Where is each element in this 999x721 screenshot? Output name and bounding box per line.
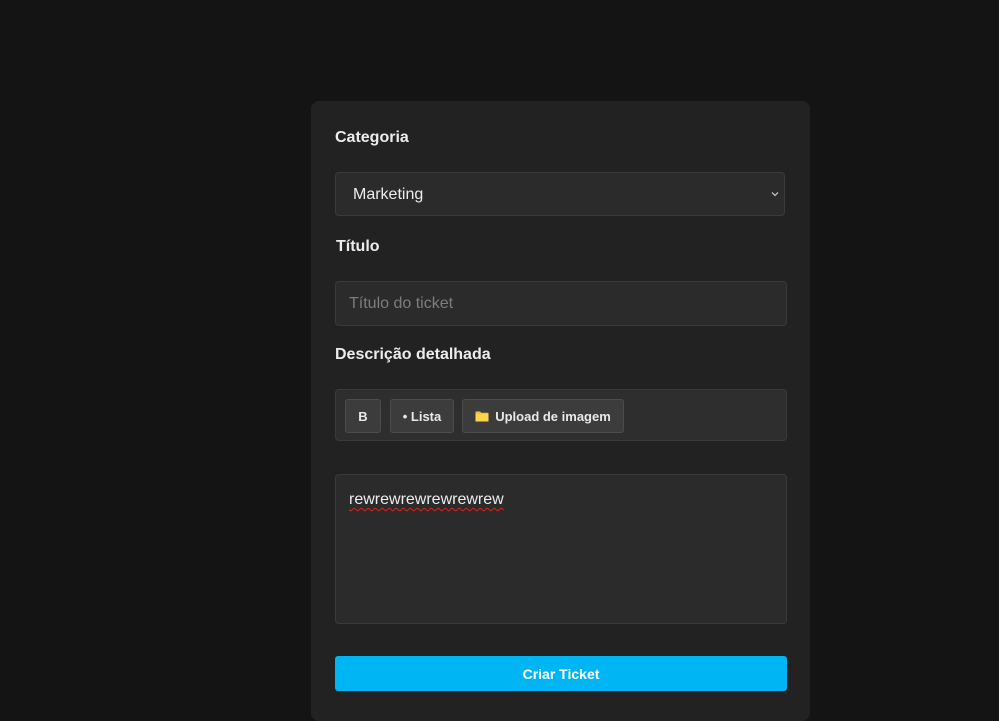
- description-text: rewrewrewrewrewrew: [349, 491, 504, 508]
- category-label: Categoria: [335, 129, 409, 146]
- ticket-form-card: Categoria Marketing Título Descrição det…: [311, 101, 810, 721]
- description-textarea[interactable]: rewrewrewrewrewrew: [335, 474, 787, 624]
- list-button-label: • Lista: [402, 408, 442, 424]
- editor-toolbar: B • Lista Upload de imagem: [335, 389, 787, 441]
- bold-button[interactable]: B: [345, 399, 381, 433]
- title-label: Título: [336, 238, 380, 255]
- title-input[interactable]: [335, 281, 787, 326]
- create-ticket-label: Criar Ticket: [522, 665, 600, 682]
- category-select[interactable]: Marketing: [335, 172, 785, 216]
- list-button[interactable]: • Lista: [390, 399, 454, 433]
- upload-image-button[interactable]: Upload de imagem: [462, 399, 624, 433]
- bold-button-label: B: [358, 408, 368, 424]
- create-ticket-button[interactable]: Criar Ticket: [335, 656, 787, 691]
- description-label: Descrição detalhada: [335, 346, 491, 363]
- folder-icon: [475, 411, 489, 421]
- chevron-down-icon: [771, 192, 779, 197]
- upload-image-label: Upload de imagem: [495, 408, 611, 424]
- category-select-value: Marketing: [353, 186, 424, 203]
